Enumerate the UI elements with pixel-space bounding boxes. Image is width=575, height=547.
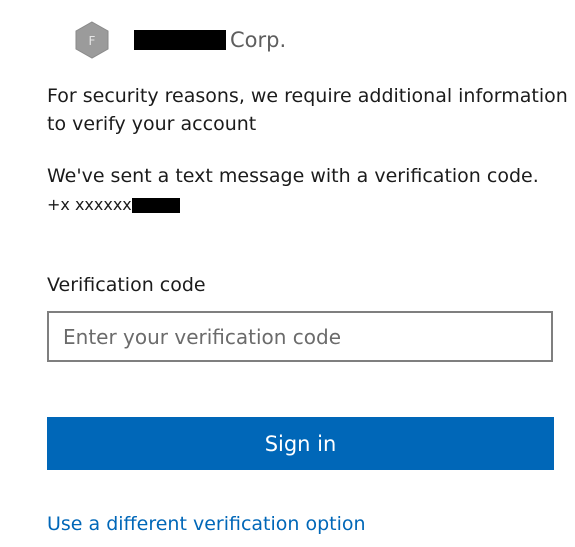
company-name: Corp. xyxy=(134,28,286,52)
different-verification-option-link[interactable]: Use a different verification option xyxy=(47,511,366,537)
sign-in-button[interactable]: Sign in xyxy=(47,417,554,470)
verification-code-label: Verification code xyxy=(47,274,206,296)
phone-prefix: +x xxxxxx xyxy=(47,195,132,214)
brand-header: F Corp. xyxy=(74,18,286,62)
redacted-company-name xyxy=(134,30,226,50)
verification-code-input[interactable] xyxy=(47,311,553,362)
phone-number: +x xxxxxx xyxy=(47,195,180,215)
company-logo-icon: F xyxy=(75,21,109,59)
code-sent-message: We've sent a text message with a verific… xyxy=(47,165,539,187)
security-message: For security reasons, we require additio… xyxy=(47,85,568,135)
redacted-phone-digits xyxy=(131,197,180,213)
company-name-suffix: Corp. xyxy=(230,28,287,52)
logo-letter: F xyxy=(89,34,96,48)
